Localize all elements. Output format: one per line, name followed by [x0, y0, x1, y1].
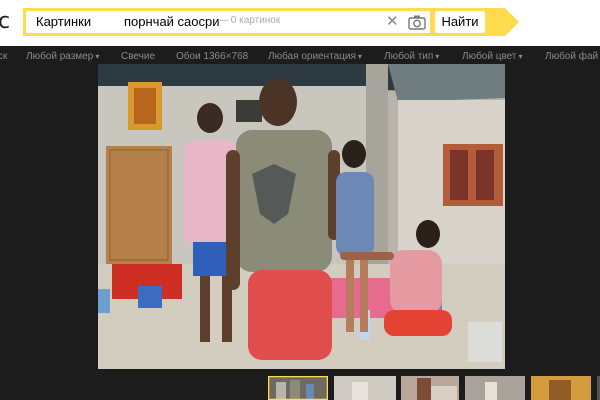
thumbnail[interactable] — [465, 376, 525, 400]
service-chip-images[interactable]: Картинки — [30, 13, 98, 31]
filter-orientation[interactable]: Любая ориентация ▾ — [268, 51, 362, 62]
filter-fresh[interactable]: Свечие — [121, 51, 155, 62]
logo-fragment[interactable]: с — [0, 9, 10, 34]
thumbnail[interactable] — [531, 376, 591, 400]
search-button[interactable]: Найти — [435, 11, 485, 33]
thumbnail[interactable] — [334, 376, 396, 400]
search-input[interactable]: порнчай саоcри — [124, 13, 220, 31]
thumbnail-selected[interactable] — [268, 376, 328, 400]
search-input-box[interactable]: Картинки порнчай саоcри — 0 картинок ✕ — [26, 11, 430, 33]
chevron-down-icon: ▾ — [518, 52, 523, 61]
camera-icon[interactable] — [407, 14, 427, 30]
thumbnail-strip — [0, 374, 600, 400]
result-count: — 0 картинок — [218, 15, 281, 26]
preview-image[interactable] — [98, 64, 505, 369]
filter-file[interactable]: Любой фай — [545, 51, 598, 62]
filter-wallpaper[interactable]: Обои 1366×768 — [176, 51, 248, 62]
chevron-down-icon: ▾ — [357, 52, 362, 61]
search-header: с Картинки порнчай саоcри — 0 картинок ✕… — [0, 0, 600, 46]
filter-partial[interactable]: ск — [0, 51, 7, 62]
chevron-down-icon: ▾ — [435, 52, 440, 61]
search-bar: Картинки порнчай саоcри — 0 картинок ✕ Н… — [23, 8, 519, 36]
thumbnail[interactable] — [401, 376, 459, 400]
filter-type[interactable]: Любой тип ▾ — [384, 51, 439, 62]
filter-color[interactable]: Любой цвет ▾ — [462, 51, 522, 62]
chevron-down-icon: ▾ — [95, 52, 100, 61]
close-icon[interactable]: ✕ — [386, 12, 399, 32]
filter-size[interactable]: Любой размер ▾ — [26, 51, 99, 62]
